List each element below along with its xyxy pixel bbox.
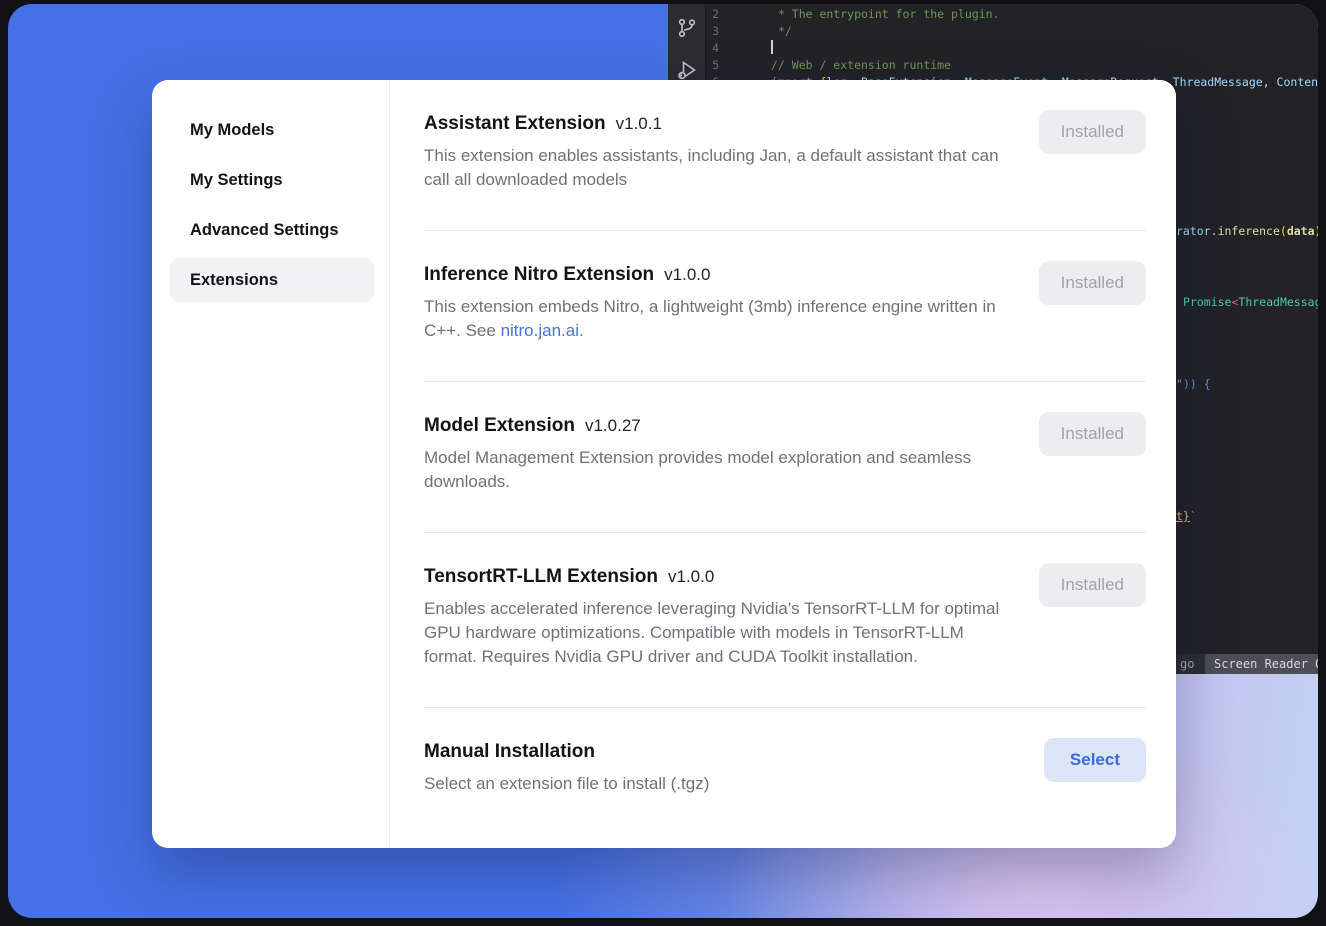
line-number: 3: [705, 23, 719, 40]
code-fragment: ")) {: [1176, 377, 1211, 391]
code-fragment: t}`: [1176, 509, 1197, 523]
extension-name: Inference Nitro Extensionv1.0.0: [424, 261, 1009, 289]
status-item-screen-reader[interactable]: Screen Reader Optimized: [1205, 654, 1318, 674]
extension-name: Assistant Extensionv1.0.1: [424, 110, 1009, 138]
status-item-go: go: [1180, 654, 1194, 674]
extension-version: v1.0.27: [585, 416, 641, 435]
extension-name: TensortRT-LLM Extensionv1.0.0: [424, 563, 1009, 591]
extension-row-tensorrt-llm: TensortRT-LLM Extensionv1.0.0 Enables ac…: [424, 533, 1146, 707]
desktop-background: 2 * The entrypoint for the plugin. 3 */ …: [8, 4, 1318, 918]
sidebar-item-extensions[interactable]: Extensions: [170, 258, 374, 302]
settings-modal: My Models My Settings Advanced Settings …: [152, 80, 1176, 848]
line-number: 2: [705, 6, 719, 23]
installed-button[interactable]: Installed: [1039, 110, 1146, 154]
extension-row-manual-installation: Manual Installation Select an extension …: [424, 708, 1146, 834]
code-line: 4: [705, 40, 1318, 57]
sidebar-item-my-models[interactable]: My Models: [170, 108, 374, 152]
sidebar-item-advanced-settings[interactable]: Advanced Settings: [170, 208, 374, 252]
code-fragment: Promise<ThreadMessage>: [1183, 295, 1318, 309]
code-line: 2 * The entrypoint for the plugin.: [705, 6, 1318, 23]
extensions-list: Assistant Extensionv1.0.1 This extension…: [424, 80, 1146, 834]
code-lines: 2 * The entrypoint for the plugin. 3 */ …: [705, 6, 1318, 91]
extension-description: Model Management Extension provides mode…: [424, 446, 1009, 494]
nitro-jan-ai-link[interactable]: nitro.jan.ai.: [501, 321, 584, 340]
code-fragment: rator.inference(data));: [1176, 224, 1318, 238]
extension-version: v1.0.0: [664, 265, 710, 284]
sidebar-item-label: Advanced Settings: [190, 221, 339, 239]
sidebar-item-label: Extensions: [190, 271, 278, 289]
extension-row-assistant: Assistant Extensionv1.0.1 This extension…: [424, 80, 1146, 230]
sidebar-item-label: My Models: [190, 121, 274, 139]
extension-name: Model Extensionv1.0.27: [424, 412, 1009, 440]
installed-button[interactable]: Installed: [1039, 261, 1146, 305]
screenshot-stage: 2 * The entrypoint for the plugin. 3 */ …: [0, 0, 1326, 926]
extension-description: This extension enables assistants, inclu…: [424, 144, 1009, 192]
sidebar-item-my-settings[interactable]: My Settings: [170, 158, 374, 202]
extension-description: Select an extension file to install (.tg…: [424, 772, 709, 796]
line-number: 4: [705, 40, 719, 57]
extension-row-model: Model Extensionv1.0.27 Model Management …: [424, 382, 1146, 532]
installed-button[interactable]: Installed: [1039, 563, 1146, 607]
extension-row-inference-nitro: Inference Nitro Extensionv1.0.0 This ext…: [424, 231, 1146, 381]
extension-description: Enables accelerated inference leveraging…: [424, 597, 1009, 669]
code-comment: // Web / extension runtime: [771, 58, 951, 72]
extension-name: Manual Installation: [424, 738, 709, 766]
extension-version: v1.0.0: [668, 567, 714, 586]
code-comment: */: [771, 24, 792, 38]
text-cursor: [771, 40, 773, 54]
extension-description: This extension embeds Nitro, a lightweig…: [424, 295, 1009, 343]
code-line: 3 */: [705, 23, 1318, 40]
settings-sidebar: My Models My Settings Advanced Settings …: [152, 80, 390, 848]
code-line: 5 // Web / extension runtime: [705, 57, 1318, 74]
code-comment: * The entrypoint for the plugin.: [771, 7, 999, 21]
select-button[interactable]: Select: [1044, 738, 1146, 782]
source-control-icon[interactable]: [675, 16, 699, 40]
extension-version: v1.0.1: [616, 114, 662, 133]
installed-button[interactable]: Installed: [1039, 412, 1146, 456]
run-and-debug-icon[interactable]: [675, 58, 699, 82]
line-number: 5: [705, 57, 719, 74]
sidebar-item-label: My Settings: [190, 171, 283, 189]
